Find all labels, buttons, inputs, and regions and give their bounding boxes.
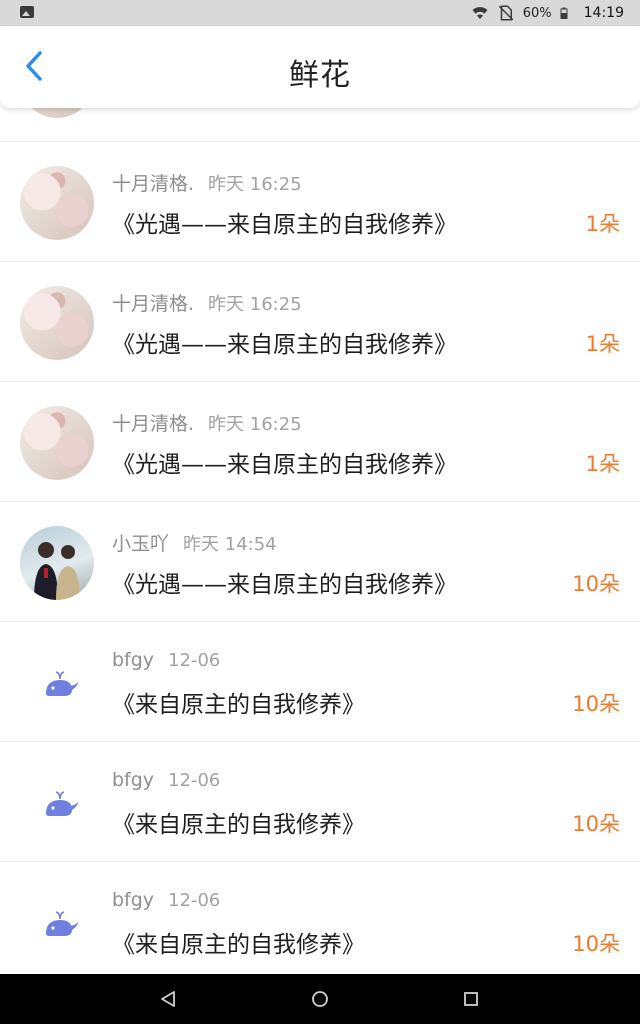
page-title: 鲜花 [289, 58, 351, 93]
whale-icon [46, 791, 78, 816]
meta-line: bfgy 12-06 [112, 769, 220, 791]
avatar[interactable] [20, 166, 94, 240]
meta-line: 小玉吖 昨天 14:54 [112, 529, 277, 556]
no-sim-icon [498, 5, 514, 21]
meta-line: 十月清格. 昨天 16:25 [112, 289, 302, 316]
flower-count: 1朵 [585, 212, 620, 236]
list-item[interactable]: bfgy 12-06 《来自原主的自我修养》 10朵 [0, 742, 640, 862]
flower-count: 10朵 [572, 812, 620, 836]
list-item[interactable]: 十月清格. 昨天 16:25 《光遇——来自原主的自我修养》 1朵 [0, 382, 640, 502]
wifi-icon [472, 7, 488, 19]
list-item[interactable]: 十月清格. 昨天 16:25 《光遇——来自原主的自我修养》 1朵 [0, 262, 640, 382]
meta-line: bfgy 12-06 [112, 889, 220, 911]
book-title[interactable]: 《光遇——来自原主的自我修养》 [112, 325, 457, 359]
book-title[interactable]: 《光遇——来自原主的自我修养》 [112, 565, 457, 599]
flower-count: 10朵 [572, 692, 620, 716]
flower-count: 10朵 [572, 932, 620, 956]
meta-line: 十月清格. 昨天 16:25 [112, 409, 302, 436]
clock: 14:19 [583, 5, 624, 21]
system-nav-bar [0, 974, 640, 1024]
book-title[interactable]: 《光遇——来自原主的自我修养》 [112, 205, 457, 239]
user-name[interactable]: bfgy [112, 889, 154, 911]
flower-list: 1 十月清格.昨天 16:25《光遇——来自原主的自我修养》1朵十月清格.昨天 … [0, 86, 640, 974]
flower-count: 10朵 [572, 572, 620, 596]
book-title[interactable]: 《来自原主的自我修养》 [112, 685, 365, 719]
avatar[interactable] [20, 646, 94, 720]
post-time: 昨天 14:54 [183, 534, 277, 555]
battery-percent: 60% [522, 5, 552, 21]
meta-line: bfgy 12-06 [112, 649, 220, 671]
user-name[interactable]: bfgy [112, 649, 154, 671]
user-name[interactable]: 十月清格. [112, 173, 194, 195]
image-icon [20, 6, 34, 18]
photo-avatar-icon [34, 542, 80, 600]
post-time: 昨天 16:25 [208, 414, 302, 435]
post-time: 12-06 [168, 650, 221, 671]
post-time: 昨天 16:25 [208, 174, 302, 195]
book-title[interactable]: 《光遇——来自原主的自我修养》 [112, 445, 457, 479]
whale-icon [46, 671, 78, 696]
flower-count: 1朵 [585, 452, 620, 476]
flower-count: 1朵 [585, 332, 620, 356]
status-indicators: 60% 14:19 [471, 0, 624, 26]
post-time: 12-06 [168, 890, 221, 911]
list-item[interactable]: bfgy 12-06 《来自原主的自我修养》 10朵 [0, 622, 640, 742]
list-item[interactable]: 十月清格. 昨天 16:25 《光遇——来自原主的自我修养》 1朵 [0, 142, 640, 262]
avatar[interactable] [20, 526, 94, 600]
home-circle-icon[interactable] [308, 987, 332, 1011]
list-item[interactable]: 小玉吖 昨天 14:54 《光遇——来自原主的自我修养》 10朵 [0, 502, 640, 622]
book-title[interactable]: 《来自原主的自我修养》 [112, 805, 365, 839]
avatar[interactable] [20, 406, 94, 480]
user-name[interactable]: 十月清格. [112, 413, 194, 435]
recents-square-icon[interactable] [459, 987, 483, 1011]
status-bar: 60% 14:19 [0, 0, 640, 26]
list-item[interactable]: bfgy 12-06 《来自原主的自我修养》 10朵 [0, 862, 640, 974]
battery-icon [560, 7, 568, 19]
avatar[interactable] [20, 286, 94, 360]
user-name[interactable]: 小玉吖 [112, 533, 169, 555]
avatar[interactable] [20, 766, 94, 840]
post-time: 12-06 [168, 770, 221, 791]
user-name[interactable]: bfgy [112, 769, 154, 791]
book-title[interactable]: 《来自原主的自我修养》 [112, 925, 365, 959]
app-header: 鲜花 [0, 26, 640, 108]
avatar[interactable] [20, 886, 94, 960]
meta-line: 十月清格. 昨天 16:25 [112, 169, 302, 196]
user-name[interactable]: 十月清格. [112, 293, 194, 315]
back-triangle-icon[interactable] [156, 987, 180, 1011]
whale-icon [46, 911, 78, 936]
post-time: 昨天 16:25 [208, 294, 302, 315]
